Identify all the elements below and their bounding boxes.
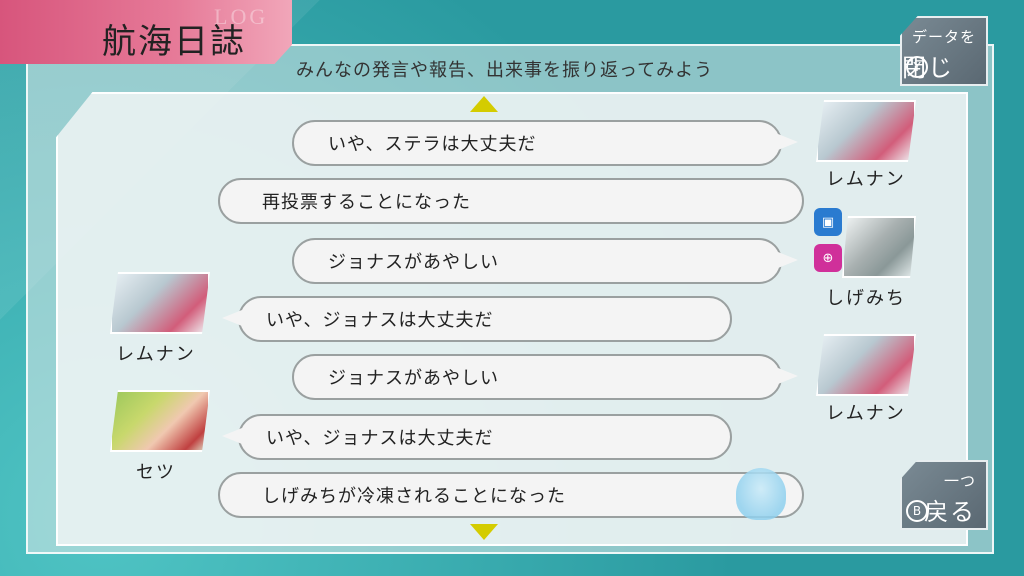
log-entry-text: ジョナスがあやしい [328,368,499,389]
avatar-remunan [816,100,916,162]
title-tab: LOG 航海日誌 [0,0,292,64]
b-key-icon: B [906,500,928,522]
robot-blue-icon: ▣ [814,208,842,236]
robot-pink-icon: ⊕ [814,244,842,272]
log-entry-text: ジョナスがあやしい [328,252,499,273]
log-entry-6[interactable]: いや、ジョナスは大丈夫だ [222,414,732,460]
log-entry-4[interactable]: いや、ジョナスは大丈夫だ [222,296,732,342]
avatar-shigemichi [842,216,916,278]
scroll-up-arrow-icon[interactable] [470,96,498,112]
log-entry-text: しげみちが冷凍されることになった [262,486,566,507]
log-entry-text: いや、ジョナスは大丈夫だ [266,310,494,331]
close-data-label-small: データを [911,28,976,46]
log-entry-text: いや、ステラは大丈夫だ [328,134,537,155]
avatar-remunan [816,334,916,396]
speaker-name: レムナン [826,403,906,424]
speaker-name: レムナン [826,169,906,190]
log-entry-3[interactable]: ジョナスがあやしい [292,238,798,284]
back-button[interactable]: 一つ 戻る B [900,460,988,530]
back-label: 戻る [924,498,976,526]
log-entry-7[interactable]: しげみちが冷凍されることになった [218,472,804,518]
y-key-icon: Y [906,56,928,78]
log-entry-1[interactable]: いや、ステラは大丈夫だ [292,120,798,166]
page-title: 航海日誌 [102,22,246,62]
speaker-name: レムナン [116,344,196,365]
close-data-button[interactable]: データを 閉じる Y [900,16,988,86]
log-entry-2[interactable]: 再投票することになった [218,178,804,224]
log-entry-5[interactable]: ジョナスがあやしい [292,354,798,400]
speaker-name: セツ [136,462,176,483]
log-entry-text: 再投票することになった [262,192,471,213]
scroll-down-arrow-icon[interactable] [470,524,498,540]
frozen-character-icon [736,468,786,520]
avatar-setsu [110,390,210,452]
log-entry-text: いや、ジョナスは大丈夫だ [266,428,494,449]
page-subtitle: みんなの発言や報告、出来事を振り返ってみよう [296,60,714,81]
avatar-remunan [110,272,210,334]
speaker-name: しげみち [826,288,906,309]
back-label-small: 一つ [943,472,976,490]
